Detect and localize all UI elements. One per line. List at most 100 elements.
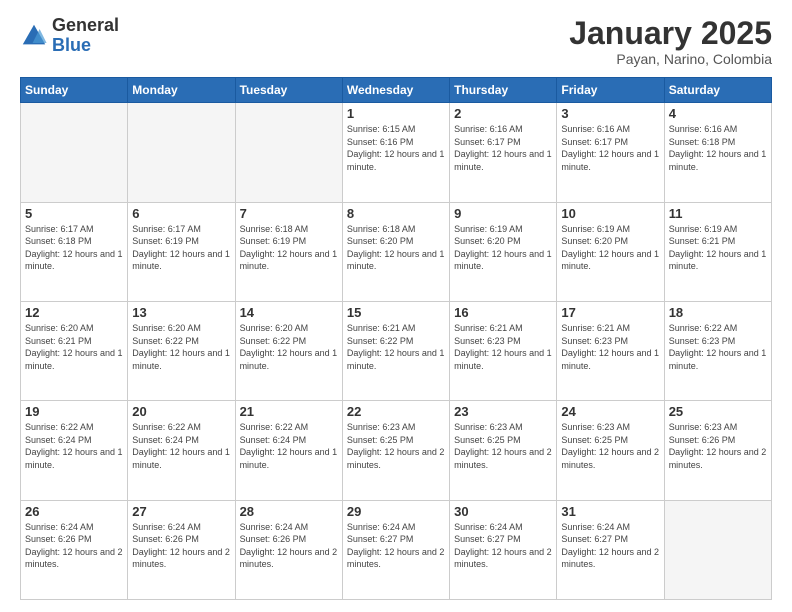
day-info: Sunrise: 6:20 AM Sunset: 6:22 PM Dayligh… [240, 322, 338, 372]
day-info: Sunrise: 6:17 AM Sunset: 6:19 PM Dayligh… [132, 223, 230, 273]
day-number: 9 [454, 206, 552, 221]
day-info: Sunrise: 6:24 AM Sunset: 6:27 PM Dayligh… [454, 521, 552, 571]
logo-text: General Blue [52, 16, 119, 56]
day-number: 17 [561, 305, 659, 320]
calendar-cell: 23 Sunrise: 6:23 AM Sunset: 6:25 PM Dayli… [450, 401, 557, 500]
calendar-cell: 22 Sunrise: 6:23 AM Sunset: 6:25 PM Dayli… [342, 401, 449, 500]
calendar-week-4: 26Sunrise: 6:24 AM Sunset: 6:26 PM Dayli… [21, 500, 772, 599]
calendar-week-3: 19 Sunrise: 6:22 AM Sunset: 6:24 PM Dayli… [21, 401, 772, 500]
day-info: Sunrise: 6:24 AM Sunset: 6:27 PM Dayligh… [347, 521, 445, 571]
day-info: Sunrise: 6:22 AM Sunset: 6:24 PM Dayligh… [25, 421, 123, 471]
day-info: Sunrise: 6:21 AM Sunset: 6:22 PM Dayligh… [347, 322, 445, 372]
calendar-cell: 9 Sunrise: 6:19 AM Sunset: 6:20 PM Daylig… [450, 202, 557, 301]
day-info: Sunrise: 6:23 AM Sunset: 6:25 PM Dayligh… [454, 421, 552, 471]
logo: General Blue [20, 16, 119, 56]
calendar-cell [128, 103, 235, 202]
calendar-cell: 16 Sunrise: 6:21 AM Sunset: 6:23 PM Dayli… [450, 301, 557, 400]
calendar-cell: 21Sunrise: 6:22 AM Sunset: 6:24 PM Dayli… [235, 401, 342, 500]
day-number: 16 [454, 305, 552, 320]
day-number: 24 [561, 404, 659, 419]
col-tuesday: Tuesday [235, 78, 342, 103]
day-info: Sunrise: 6:21 AM Sunset: 6:23 PM Dayligh… [561, 322, 659, 372]
day-info: Sunrise: 6:22 AM Sunset: 6:24 PM Dayligh… [240, 421, 338, 471]
calendar-cell: 31 Sunrise: 6:24 AM Sunset: 6:27 PM Dayli… [557, 500, 664, 599]
calendar-cell: 18Sunrise: 6:22 AM Sunset: 6:23 PM Dayli… [664, 301, 771, 400]
day-number: 5 [25, 206, 123, 221]
calendar-cell: 19 Sunrise: 6:22 AM Sunset: 6:24 PM Dayli… [21, 401, 128, 500]
calendar-cell: 27 Sunrise: 6:24 AM Sunset: 6:26 PM Dayli… [128, 500, 235, 599]
calendar-cell: 30 Sunrise: 6:24 AM Sunset: 6:27 PM Dayli… [450, 500, 557, 599]
calendar-cell: 15 Sunrise: 6:21 AM Sunset: 6:22 PM Dayli… [342, 301, 449, 400]
calendar-cell: 11 Sunrise: 6:19 AM Sunset: 6:21 PM Dayli… [664, 202, 771, 301]
day-number: 20 [132, 404, 230, 419]
day-info: Sunrise: 6:19 AM Sunset: 6:21 PM Dayligh… [669, 223, 767, 273]
day-info: Sunrise: 6:16 AM Sunset: 6:18 PM Dayligh… [669, 123, 767, 173]
title-location: Payan, Narino, Colombia [569, 51, 772, 67]
day-info: Sunrise: 6:16 AM Sunset: 6:17 PM Dayligh… [561, 123, 659, 173]
day-info: Sunrise: 6:20 AM Sunset: 6:22 PM Dayligh… [132, 322, 230, 372]
day-info: Sunrise: 6:19 AM Sunset: 6:20 PM Dayligh… [454, 223, 552, 273]
logo-general: General [52, 16, 119, 36]
day-number: 25 [669, 404, 767, 419]
day-number: 3 [561, 106, 659, 121]
calendar-cell: 2 Sunrise: 6:16 AM Sunset: 6:17 PM Daylig… [450, 103, 557, 202]
day-info: Sunrise: 6:21 AM Sunset: 6:23 PM Dayligh… [454, 322, 552, 372]
day-number: 22 [347, 404, 445, 419]
page: General Blue January 2025 Payan, Narino,… [0, 0, 792, 612]
day-info: Sunrise: 6:24 AM Sunset: 6:27 PM Dayligh… [561, 521, 659, 571]
calendar-cell: 13 Sunrise: 6:20 AM Sunset: 6:22 PM Dayli… [128, 301, 235, 400]
calendar-week-1: 5 Sunrise: 6:17 AM Sunset: 6:18 PM Daylig… [21, 202, 772, 301]
calendar-cell [21, 103, 128, 202]
calendar-cell: 1Sunrise: 6:15 AM Sunset: 6:16 PM Daylig… [342, 103, 449, 202]
day-info: Sunrise: 6:24 AM Sunset: 6:26 PM Dayligh… [240, 521, 338, 571]
day-info: Sunrise: 6:23 AM Sunset: 6:25 PM Dayligh… [347, 421, 445, 471]
day-number: 15 [347, 305, 445, 320]
calendar-cell: 3 Sunrise: 6:16 AM Sunset: 6:17 PM Daylig… [557, 103, 664, 202]
day-info: Sunrise: 6:24 AM Sunset: 6:26 PM Dayligh… [132, 521, 230, 571]
calendar-cell: 29 Sunrise: 6:24 AM Sunset: 6:27 PM Dayli… [342, 500, 449, 599]
day-number: 23 [454, 404, 552, 419]
calendar-cell: 28Sunrise: 6:24 AM Sunset: 6:26 PM Dayli… [235, 500, 342, 599]
calendar-week-2: 12 Sunrise: 6:20 AM Sunset: 6:21 PM Dayli… [21, 301, 772, 400]
col-thursday: Thursday [450, 78, 557, 103]
day-number: 27 [132, 504, 230, 519]
day-number: 4 [669, 106, 767, 121]
day-number: 2 [454, 106, 552, 121]
logo-icon [20, 22, 48, 50]
calendar-cell: 4 Sunrise: 6:16 AM Sunset: 6:18 PM Daylig… [664, 103, 771, 202]
day-info: Sunrise: 6:18 AM Sunset: 6:19 PM Dayligh… [240, 223, 338, 273]
day-info: Sunrise: 6:22 AM Sunset: 6:24 PM Dayligh… [132, 421, 230, 471]
day-number: 19 [25, 404, 123, 419]
calendar-cell [664, 500, 771, 599]
day-number: 7 [240, 206, 338, 221]
col-sunday: Sunday [21, 78, 128, 103]
calendar-cell: 17 Sunrise: 6:21 AM Sunset: 6:23 PM Dayli… [557, 301, 664, 400]
day-info: Sunrise: 6:23 AM Sunset: 6:26 PM Dayligh… [669, 421, 767, 471]
col-friday: Friday [557, 78, 664, 103]
day-number: 11 [669, 206, 767, 221]
day-number: 13 [132, 305, 230, 320]
col-wednesday: Wednesday [342, 78, 449, 103]
day-info: Sunrise: 6:20 AM Sunset: 6:21 PM Dayligh… [25, 322, 123, 372]
calendar-header-row: Sunday Monday Tuesday Wednesday Thursday… [21, 78, 772, 103]
col-monday: Monday [128, 78, 235, 103]
day-number: 12 [25, 305, 123, 320]
calendar-cell: 10Sunrise: 6:19 AM Sunset: 6:20 PM Dayli… [557, 202, 664, 301]
calendar-cell: 6 Sunrise: 6:17 AM Sunset: 6:19 PM Daylig… [128, 202, 235, 301]
day-info: Sunrise: 6:16 AM Sunset: 6:17 PM Dayligh… [454, 123, 552, 173]
calendar-cell: 20 Sunrise: 6:22 AM Sunset: 6:24 PM Dayli… [128, 401, 235, 500]
day-number: 31 [561, 504, 659, 519]
day-number: 30 [454, 504, 552, 519]
day-info: Sunrise: 6:17 AM Sunset: 6:18 PM Dayligh… [25, 223, 123, 273]
calendar-cell [235, 103, 342, 202]
logo-blue: Blue [52, 36, 119, 56]
calendar-cell: 24Sunrise: 6:23 AM Sunset: 6:25 PM Dayli… [557, 401, 664, 500]
calendar-table: Sunday Monday Tuesday Wednesday Thursday… [20, 77, 772, 600]
calendar-cell: 26Sunrise: 6:24 AM Sunset: 6:26 PM Dayli… [21, 500, 128, 599]
day-number: 10 [561, 206, 659, 221]
calendar-cell: 5 Sunrise: 6:17 AM Sunset: 6:18 PM Daylig… [21, 202, 128, 301]
calendar-cell: 8Sunrise: 6:18 AM Sunset: 6:20 PM Daylig… [342, 202, 449, 301]
day-number: 29 [347, 504, 445, 519]
day-info: Sunrise: 6:22 AM Sunset: 6:23 PM Dayligh… [669, 322, 767, 372]
day-number: 6 [132, 206, 230, 221]
